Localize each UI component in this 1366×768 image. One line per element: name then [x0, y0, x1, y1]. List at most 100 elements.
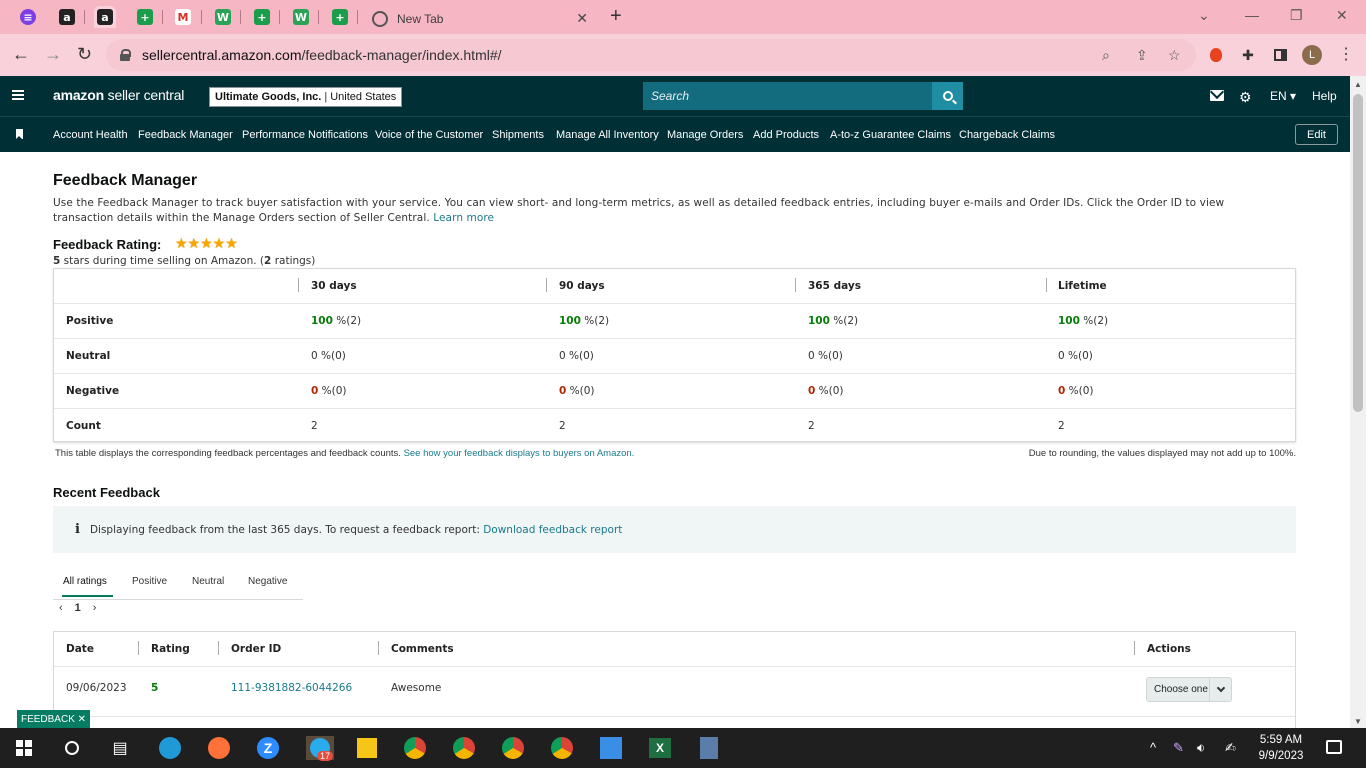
page-scrollbar[interactable]: ▲ ▼: [1350, 76, 1366, 728]
learn-more-link[interactable]: Learn more: [433, 212, 494, 224]
store-selector[interactable]: Ultimate Goods, Inc. | United States: [209, 87, 403, 107]
nav-feedback-manager[interactable]: Feedback Manager: [138, 129, 233, 141]
zoom-icon[interactable]: ⌕: [1102, 47, 1110, 64]
nav-a-to-z-claims[interactable]: A-to-z Guarantee Claims: [830, 129, 951, 141]
nav-chargeback-claims[interactable]: Chargeback Claims: [959, 129, 1055, 141]
pen-icon[interactable]: ✍︎: [1225, 740, 1236, 756]
nav-manage-orders[interactable]: Manage Orders: [667, 129, 743, 141]
zoom-app-icon[interactable]: Z: [256, 736, 280, 760]
close-window-icon[interactable]: ✕: [1336, 7, 1348, 24]
messages-icon[interactable]: [1210, 90, 1224, 101]
tray-overflow-icon[interactable]: ^: [1150, 740, 1156, 755]
extensions-puzzle-icon[interactable]: ✚: [1240, 47, 1256, 63]
close-tab-icon[interactable]: ✕: [576, 10, 588, 27]
amazon-tab-icon[interactable]: a: [56, 6, 78, 28]
sticky-notes-icon[interactable]: [355, 736, 379, 760]
minimize-icon[interactable]: —: [1245, 7, 1259, 23]
chrome-icon[interactable]: [501, 736, 525, 760]
scroll-down-arrow[interactable]: ▼: [1354, 717, 1362, 726]
page-number[interactable]: 1: [75, 602, 81, 614]
prev-page-icon[interactable]: ‹: [59, 602, 63, 614]
volume-icon[interactable]: 🔉︎: [1197, 740, 1205, 756]
forward-icon[interactable]: →: [44, 44, 62, 64]
info-alert: i Displaying feedback from the last 365 …: [53, 506, 1296, 553]
restore-icon[interactable]: ❐: [1290, 7, 1303, 24]
profile-avatar[interactable]: L: [1302, 45, 1322, 65]
scroll-thumb[interactable]: [1353, 94, 1363, 412]
tab-search-icon[interactable]: ⌄: [1198, 7, 1210, 24]
back-icon[interactable]: ←: [12, 44, 30, 64]
edit-nav-button[interactable]: Edit: [1295, 124, 1338, 145]
column-divider: [378, 641, 379, 655]
nav-manage-all-inventory[interactable]: Manage All Inventory: [556, 129, 659, 141]
action-dropdown[interactable]: Choose one: [1146, 677, 1232, 702]
extension-fire-icon[interactable]: [1208, 47, 1224, 63]
nav-voice-of-the-customer[interactable]: Voice of the Customer: [375, 129, 483, 141]
nav-shipments[interactable]: Shipments: [492, 129, 544, 141]
scroll-up-arrow[interactable]: ▲: [1354, 80, 1362, 89]
lock-icon[interactable]: [120, 49, 131, 61]
feedback-widget-button[interactable]: FEEDBACK ✕: [17, 710, 90, 728]
sheets-tab-icon[interactable]: +: [134, 6, 156, 28]
tab-neutral[interactable]: Neutral: [192, 576, 224, 587]
nav-performance-notifications[interactable]: Performance Notifications: [242, 129, 368, 141]
next-page-icon[interactable]: ›: [93, 602, 97, 614]
row-label: Positive: [66, 315, 114, 327]
new-tab-button[interactable]: +: [610, 6, 622, 26]
search-icon[interactable]: [60, 736, 84, 760]
chrome-icon[interactable]: [452, 736, 476, 760]
positive-lifetime: 100 %(2): [1058, 315, 1109, 327]
seller-central-logo[interactable]: amazon seller central: [53, 87, 184, 103]
tab-negative[interactable]: Negative: [248, 576, 287, 587]
notification-center-icon[interactable]: [1326, 740, 1342, 754]
messenger-tab-icon[interactable]: ≡: [17, 6, 39, 28]
reload-icon[interactable]: ↻: [77, 44, 92, 64]
download-report-link[interactable]: Download feedback report: [483, 524, 622, 536]
browser-menu-icon[interactable]: ⋮: [1338, 44, 1354, 64]
share-icon[interactable]: ⇪: [1136, 47, 1148, 64]
settings-gear-icon[interactable]: ⚙: [1239, 89, 1252, 106]
excel-icon[interactable]: X: [648, 736, 672, 760]
gmail-tab-icon[interactable]: M: [172, 6, 194, 28]
side-panel-icon[interactable]: [1272, 47, 1288, 63]
search-button[interactable]: [932, 82, 963, 110]
sheets-tab-icon[interactable]: +: [251, 6, 273, 28]
column-header: Lifetime: [1058, 280, 1107, 292]
tab-new-tab[interactable]: New Tab ✕: [362, 4, 598, 34]
neutral-90-days: 0 %(0): [559, 350, 594, 362]
task-view-icon[interactable]: ▤: [108, 736, 132, 760]
bookmark-icon[interactable]: [16, 129, 23, 139]
search-box: [643, 82, 963, 110]
wordtune-tab-icon[interactable]: W: [290, 6, 312, 28]
wordtune-tab-icon[interactable]: W: [212, 6, 234, 28]
windows-start-icon[interactable]: [16, 740, 32, 756]
tab-positive[interactable]: Positive: [132, 576, 167, 587]
row-label: Negative: [66, 385, 120, 397]
search-input[interactable]: [643, 82, 932, 110]
edge-icon[interactable]: [158, 736, 182, 760]
chrome-icon[interactable]: [550, 736, 574, 760]
order-id-link[interactable]: 111-9381882-6044266: [231, 682, 352, 694]
url-text: sellercentral.amazon.com/feedback-manage…: [142, 47, 502, 63]
feedback-rating-title: Feedback Rating:: [53, 237, 162, 252]
tab-separator: [318, 10, 319, 24]
feedback-display-link[interactable]: See how your feedback displays to buyers…: [404, 448, 635, 459]
nav-account-health[interactable]: Account Health: [53, 129, 128, 141]
bookmark-star-icon[interactable]: ☆: [1168, 47, 1181, 64]
address-bar[interactable]: sellercentral.amazon.com/feedback-manage…: [106, 39, 1196, 71]
photos-icon[interactable]: [599, 736, 623, 760]
pen-app-icon[interactable]: ✎: [1173, 740, 1184, 756]
language-selector[interactable]: EN ▾: [1270, 89, 1296, 103]
firefox-icon[interactable]: [207, 736, 231, 760]
help-link[interactable]: Help: [1312, 89, 1337, 103]
column-header-comments: Comments: [391, 643, 454, 655]
sheets-tab-icon[interactable]: +: [329, 6, 351, 28]
chevron-down-icon[interactable]: [1209, 678, 1231, 701]
tab-all-ratings[interactable]: All ratings: [63, 576, 107, 587]
calculator-icon[interactable]: [697, 736, 721, 760]
chrome-icon[interactable]: [403, 736, 427, 760]
amazon-tab-icon-active[interactable]: a: [94, 6, 116, 28]
hamburger-menu-icon[interactable]: [12, 90, 24, 100]
nav-add-products[interactable]: Add Products: [753, 129, 819, 141]
system-clock[interactable]: 5:59 AM 9/9/2023: [1256, 732, 1306, 764]
